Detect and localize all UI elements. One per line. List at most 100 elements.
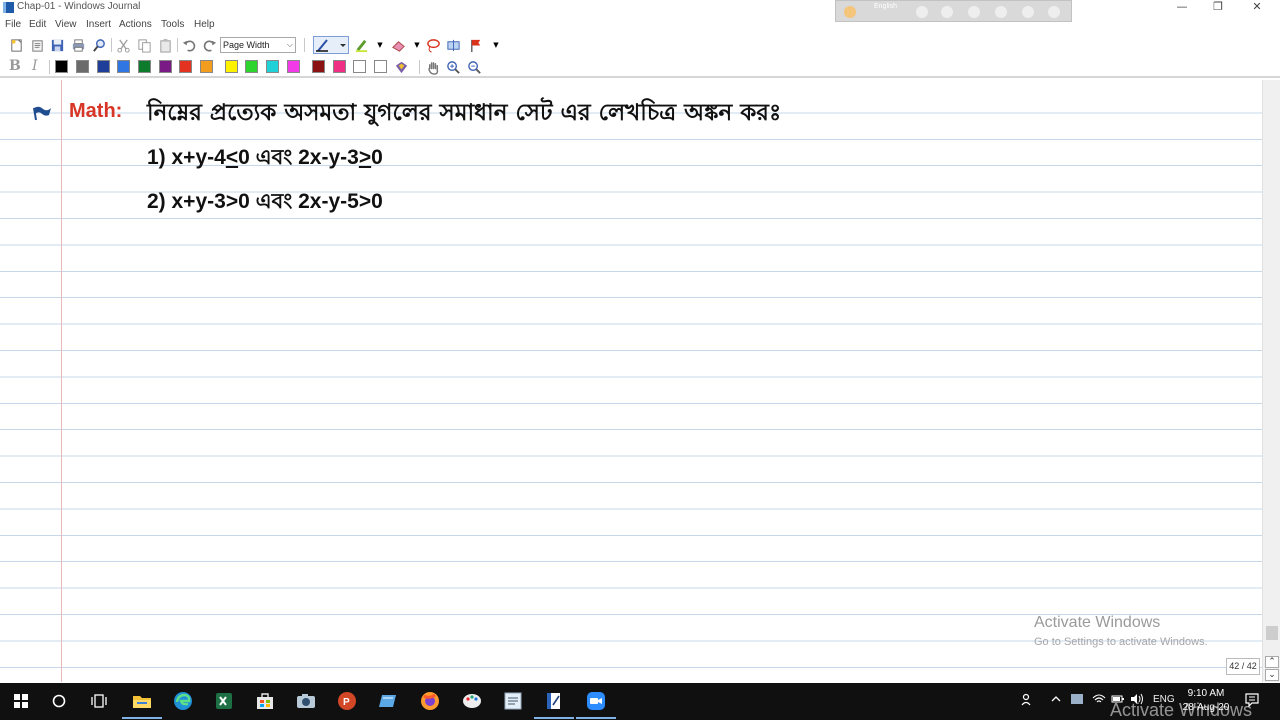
- start-button[interactable]: [9, 689, 33, 713]
- overlay-settings-icon[interactable]: [968, 6, 980, 18]
- color-swatch[interactable]: [97, 60, 110, 73]
- color-swatch[interactable]: [55, 60, 68, 73]
- search-circle-icon: [52, 694, 66, 708]
- taskbar-powerpoint[interactable]: P: [335, 689, 359, 713]
- color-swatch[interactable]: [312, 60, 325, 73]
- overlay-marker-icon[interactable]: [941, 6, 953, 18]
- menu-insert[interactable]: Insert: [86, 19, 111, 30]
- minimize-button[interactable]: —: [1163, 0, 1201, 16]
- dropdown-arrow-icon: ▼: [414, 41, 420, 49]
- search-button[interactable]: [47, 689, 71, 713]
- next-page-button[interactable]: ⌄: [1265, 669, 1279, 681]
- menu-actions[interactable]: Actions: [119, 19, 152, 30]
- color-swatch[interactable]: [245, 60, 258, 73]
- scrollbar-thumb[interactable]: [1266, 626, 1278, 640]
- color-swatch[interactable]: [374, 60, 387, 73]
- video-camera-icon: [587, 692, 605, 710]
- eraser-button[interactable]: [390, 37, 406, 53]
- highlighter-button[interactable]: [353, 37, 369, 53]
- problem-heading: নিম্নের প্রত্যেক অসমতা যুগলের সমাধান সেট…: [147, 100, 782, 126]
- overlay-help-icon[interactable]: [1022, 6, 1034, 18]
- color-swatch[interactable]: [138, 60, 151, 73]
- flag-icon: [33, 106, 51, 121]
- print-button[interactable]: [70, 37, 86, 53]
- more-colors-button[interactable]: [393, 59, 409, 75]
- taskbar-camera[interactable]: [294, 689, 318, 713]
- taskbar-store[interactable]: [253, 689, 277, 713]
- bold-button[interactable]: B: [9, 58, 21, 74]
- menu-edit[interactable]: Edit: [29, 19, 46, 30]
- italic-button[interactable]: I: [32, 58, 38, 74]
- people-glyph-icon: [1021, 693, 1031, 706]
- eraser-dropdown[interactable]: ▼: [409, 37, 425, 53]
- whiteboard-icon: [379, 695, 396, 707]
- close-button[interactable]: ✕: [1238, 0, 1276, 16]
- new-note-button[interactable]: [8, 37, 24, 53]
- pen-tool-button[interactable]: [313, 36, 349, 54]
- print-icon: [72, 38, 84, 52]
- paint-palette-icon: [463, 694, 481, 708]
- copy-button[interactable]: [136, 37, 152, 53]
- menu-file[interactable]: File: [5, 19, 21, 30]
- color-swatch[interactable]: [225, 60, 238, 73]
- taskbar-app[interactable]: [376, 689, 400, 713]
- overlay-pen-icon[interactable]: [995, 6, 1007, 18]
- inequality-2-op2: >: [358, 190, 372, 213]
- task-view-button[interactable]: [87, 689, 111, 713]
- paste-button[interactable]: [157, 37, 173, 53]
- pan-button[interactable]: [425, 59, 441, 75]
- show-hidden-icons-chevron-icon[interactable]: [1050, 693, 1062, 708]
- flag-dropdown[interactable]: ▼: [488, 37, 504, 53]
- insert-space-button[interactable]: [445, 37, 461, 53]
- color-swatch[interactable]: [76, 60, 89, 73]
- lasso-select-button[interactable]: [425, 37, 441, 53]
- color-swatch[interactable]: [159, 60, 172, 73]
- highlighter-dropdown[interactable]: ▼: [372, 37, 388, 53]
- page-count-indicator: 42 / 42: [1226, 658, 1260, 675]
- menu-view[interactable]: View: [55, 19, 77, 30]
- overlay-language[interactable]: English: [874, 3, 897, 10]
- flag-button[interactable]: [468, 37, 484, 53]
- zoom-select[interactable]: Page Width ⌵: [220, 37, 296, 53]
- taskbar-edge[interactable]: [171, 689, 195, 713]
- overlay-info-icon[interactable]: [1048, 6, 1060, 18]
- color-swatch[interactable]: [333, 60, 346, 73]
- taskbar-firefox[interactable]: [418, 689, 442, 713]
- color-swatch[interactable]: [287, 60, 300, 73]
- color-swatch[interactable]: [266, 60, 279, 73]
- taskbar-zoom[interactable]: [576, 689, 616, 719]
- menu-tools[interactable]: Tools: [161, 19, 184, 30]
- tray-app-icon[interactable]: [1070, 693, 1084, 708]
- redo-icon: [203, 40, 216, 52]
- dropdown-arrow-icon: ▼: [377, 41, 383, 49]
- restore-button[interactable]: ❐: [1199, 0, 1237, 16]
- cut-button[interactable]: [115, 37, 131, 53]
- find-button[interactable]: [91, 37, 107, 53]
- color-swatch[interactable]: [200, 60, 213, 73]
- previous-page-button[interactable]: ⌃: [1265, 656, 1279, 668]
- flag-icon: [470, 39, 480, 52]
- color-swatch[interactable]: [179, 60, 192, 73]
- menu-help[interactable]: Help: [194, 19, 215, 30]
- redo-button[interactable]: [201, 37, 217, 53]
- wifi-icon[interactable]: [1092, 693, 1106, 708]
- people-icon[interactable]: [1021, 693, 1035, 710]
- taskbar-notepad[interactable]: [501, 689, 525, 713]
- taskbar-excel[interactable]: [212, 689, 236, 713]
- taskbar-paint[interactable]: [460, 689, 484, 713]
- vertical-scrollbar[interactable]: ⌃ ⌄: [1262, 80, 1280, 682]
- taskbar-file-explorer[interactable]: [122, 689, 162, 719]
- open-button[interactable]: [29, 37, 45, 53]
- undo-button[interactable]: [181, 37, 197, 53]
- pen-icon: [316, 39, 346, 52]
- zoom-in-button[interactable]: [445, 59, 461, 75]
- taskbar-windows-journal[interactable]: [534, 689, 574, 719]
- zoom-out-button[interactable]: [466, 59, 482, 75]
- journal-page[interactable]: Math: নিম্নের প্রত্যেক অসমতা যুগলের সমাধ…: [0, 80, 1262, 682]
- color-swatch[interactable]: [353, 60, 366, 73]
- open-icon: [31, 39, 43, 52]
- save-button[interactable]: [49, 37, 65, 53]
- overlay-minus-icon[interactable]: [916, 6, 928, 18]
- color-swatch[interactable]: [117, 60, 130, 73]
- zoom-overlay-icon[interactable]: [844, 6, 856, 18]
